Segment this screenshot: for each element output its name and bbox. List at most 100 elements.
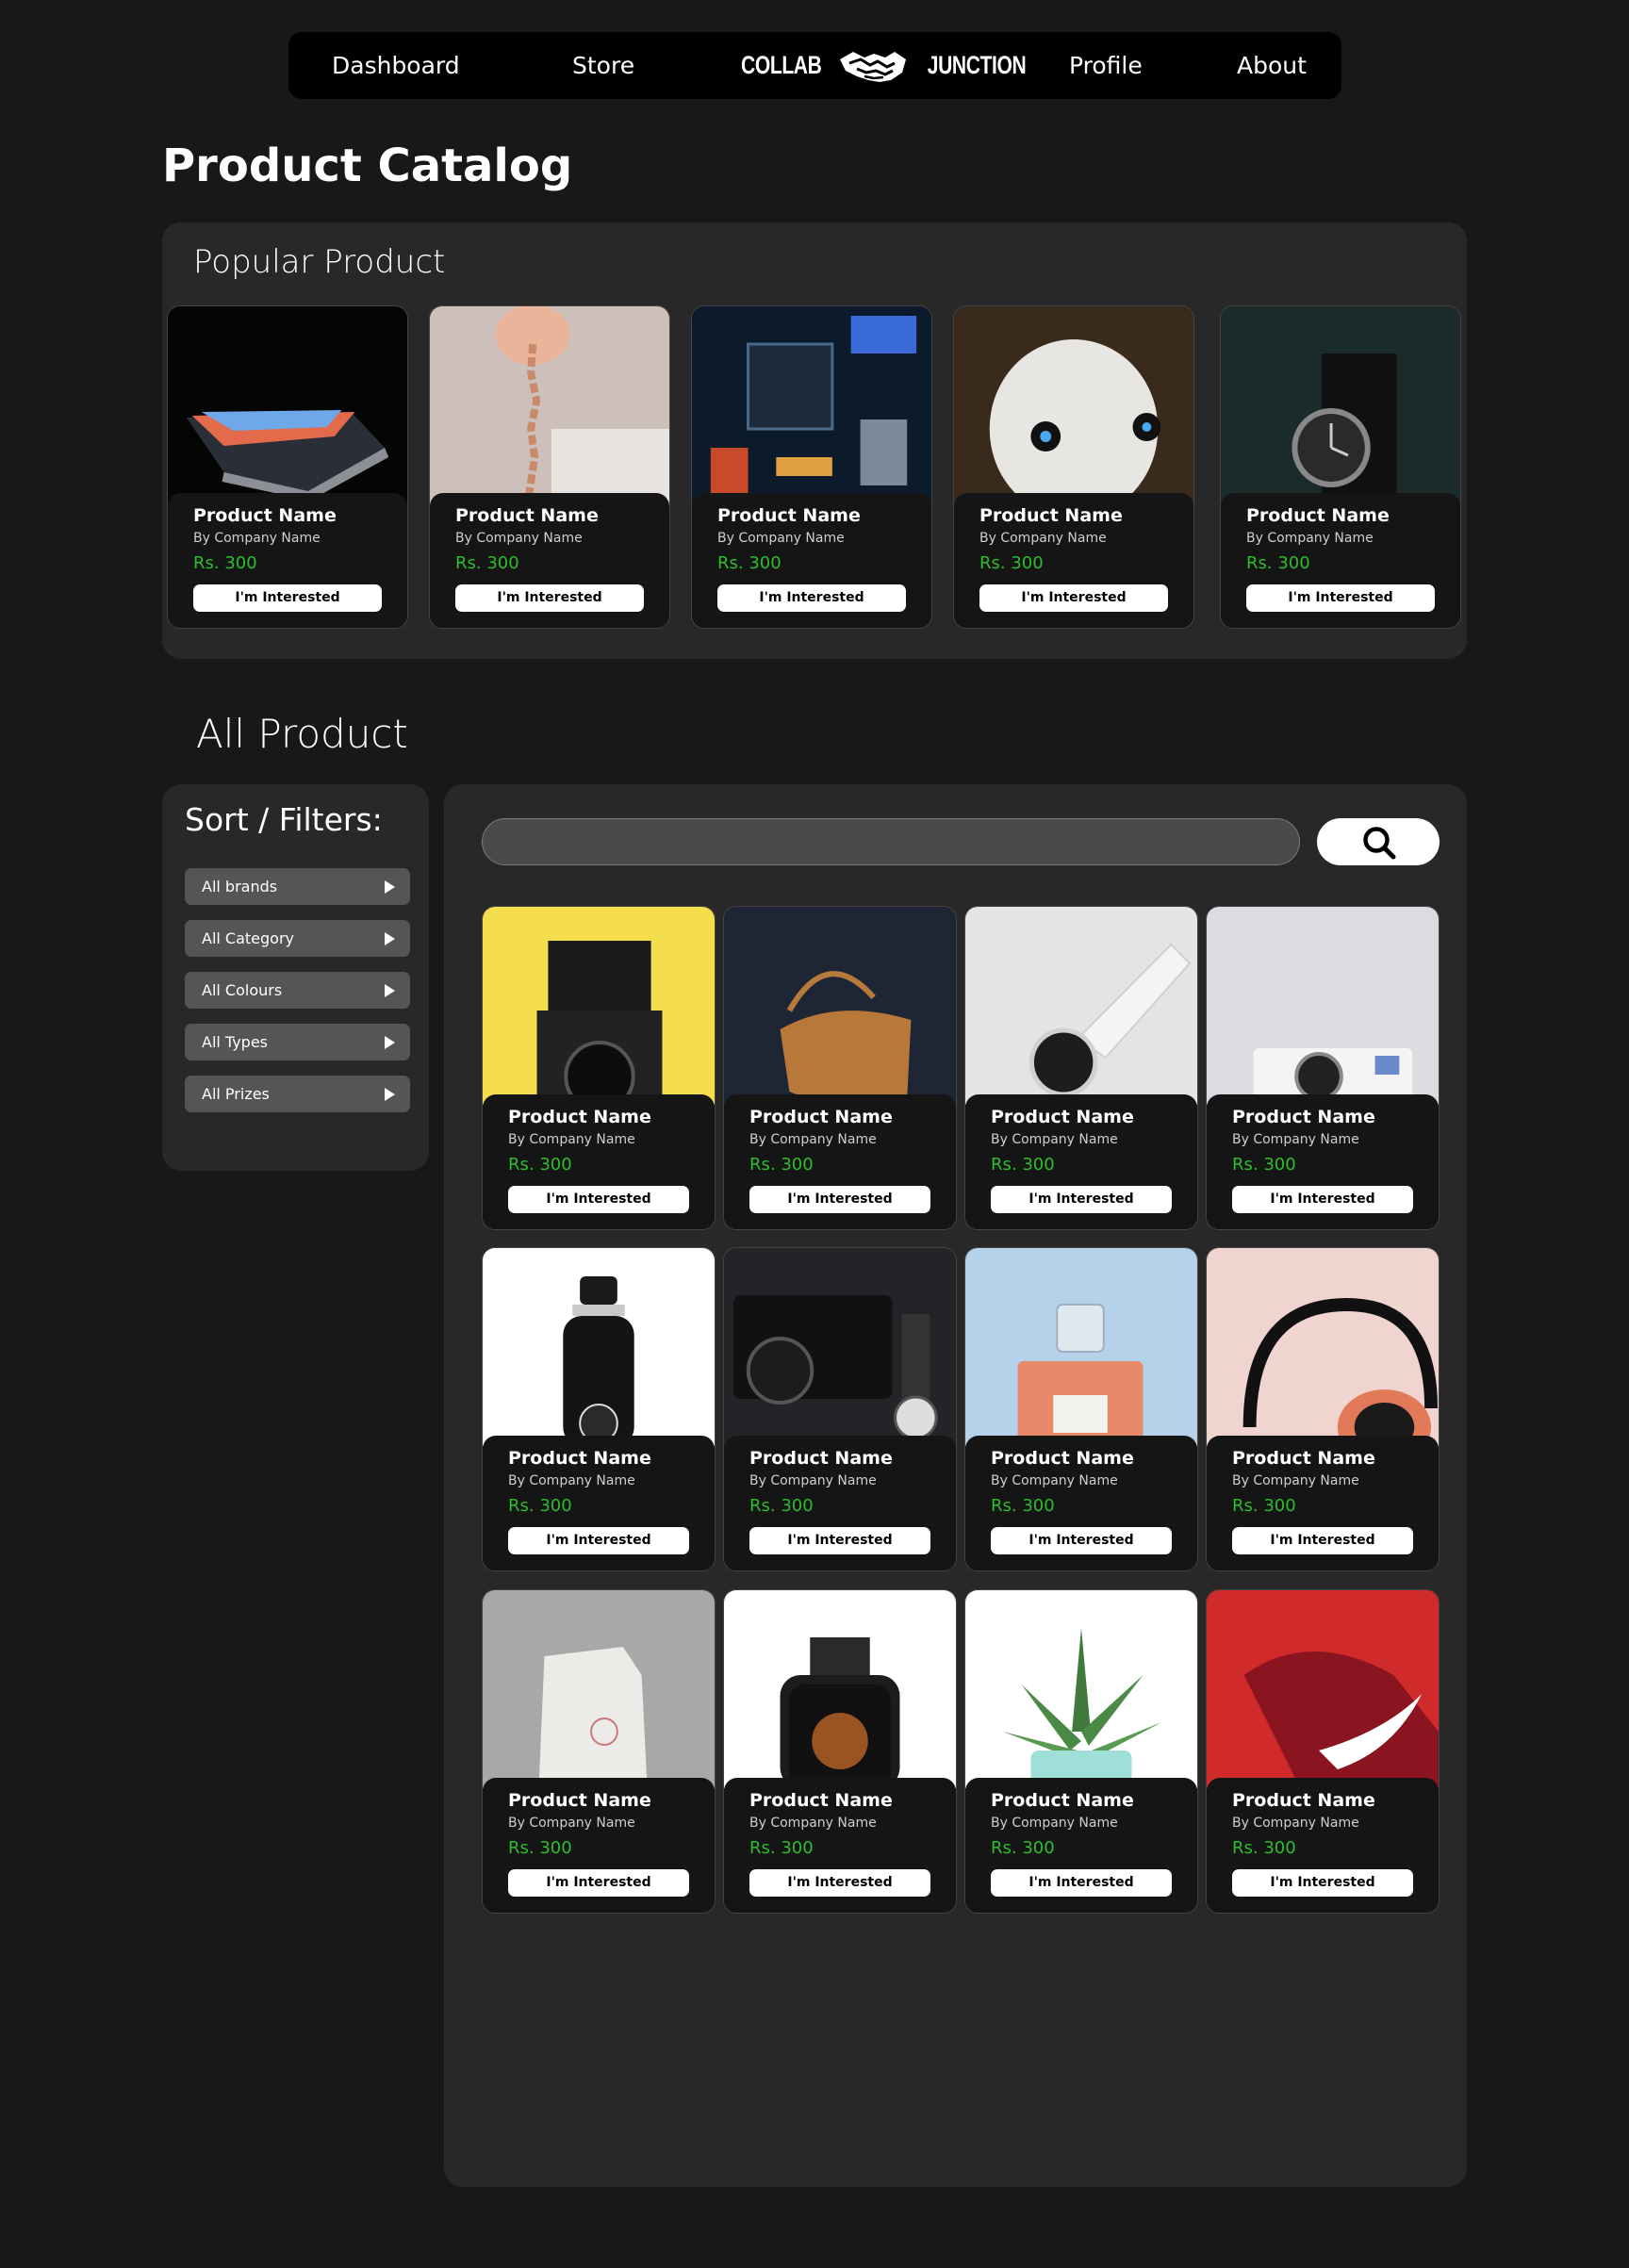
sort-filters-panel: Sort / Filters: All brands All Category … bbox=[162, 784, 429, 1171]
filter-prizes[interactable]: All Prizes bbox=[185, 1076, 410, 1112]
nav-profile[interactable]: Profile bbox=[1069, 32, 1143, 99]
interested-button[interactable]: I'm Interested bbox=[508, 1869, 689, 1897]
interested-button[interactable]: I'm Interested bbox=[1232, 1186, 1413, 1213]
interested-button[interactable]: I'm Interested bbox=[749, 1869, 930, 1897]
product-card[interactable]: Product Name By Company Name Rs. 300 I'm… bbox=[482, 1589, 716, 1914]
nav-about[interactable]: About bbox=[1237, 32, 1307, 99]
product-company: By Company Name bbox=[717, 531, 845, 546]
interested-button[interactable]: I'm Interested bbox=[991, 1186, 1172, 1213]
product-name: Product Name bbox=[991, 1448, 1134, 1469]
product-company: By Company Name bbox=[1232, 1473, 1359, 1488]
all-products-panel: Product Name By Company Name Rs. 300 I'm… bbox=[444, 784, 1467, 2187]
popular-product-card[interactable]: Product Name By Company Name Rs. 300 I'm… bbox=[953, 305, 1194, 629]
interested-button[interactable]: I'm Interested bbox=[717, 584, 906, 612]
popular-product-card[interactable]: Product Name By Company Name Rs. 300 I'm… bbox=[1220, 305, 1461, 629]
filter-category[interactable]: All Category bbox=[185, 920, 410, 957]
product-company: By Company Name bbox=[749, 1132, 877, 1147]
product-info: Product Name By Company Name Rs. 300 I'm… bbox=[483, 1778, 715, 1913]
product-company: By Company Name bbox=[991, 1816, 1118, 1831]
product-name: Product Name bbox=[455, 505, 599, 526]
interested-button[interactable]: I'm Interested bbox=[508, 1186, 689, 1213]
product-info: Product Name By Company Name Rs. 300 I'm… bbox=[724, 1436, 956, 1570]
popular-product-card[interactable]: Product Name By Company Name Rs. 300 I'm… bbox=[167, 305, 408, 629]
product-price: Rs. 300 bbox=[749, 1838, 814, 1858]
filter-label: All Prizes bbox=[202, 1085, 270, 1103]
interested-button[interactable]: I'm Interested bbox=[749, 1527, 930, 1554]
product-price: Rs. 300 bbox=[717, 553, 782, 573]
product-card[interactable]: Product Name By Company Name Rs. 300 I'm… bbox=[1206, 1247, 1440, 1571]
interested-button[interactable]: I'm Interested bbox=[991, 1527, 1172, 1554]
interested-button[interactable]: I'm Interested bbox=[1246, 584, 1435, 612]
product-info: Product Name By Company Name Rs. 300 I'm… bbox=[1207, 1436, 1439, 1570]
product-price: Rs. 300 bbox=[1232, 1838, 1296, 1858]
product-card[interactable]: Product Name By Company Name Rs. 300 I'm… bbox=[1206, 1589, 1440, 1914]
headphones-product-image bbox=[1207, 1248, 1439, 1446]
product-company: By Company Name bbox=[991, 1132, 1118, 1147]
product-card[interactable]: Product Name By Company Name Rs. 300 I'm… bbox=[964, 906, 1198, 1230]
search-button[interactable] bbox=[1317, 818, 1440, 865]
laptop-product-image bbox=[168, 306, 407, 514]
product-card[interactable]: Product Name By Company Name Rs. 300 I'm… bbox=[964, 1589, 1198, 1914]
product-card[interactable]: Product Name By Company Name Rs. 300 I'm… bbox=[723, 1247, 957, 1571]
arrow-right-icon bbox=[385, 1088, 395, 1101]
product-card[interactable]: Product Name By Company Name Rs. 300 I'm… bbox=[723, 906, 957, 1230]
logo-text-right: JUNCTION bbox=[928, 51, 1027, 79]
interested-button[interactable]: I'm Interested bbox=[1232, 1527, 1413, 1554]
chain-product-image bbox=[430, 306, 669, 514]
filter-colours[interactable]: All Colours bbox=[185, 972, 410, 1009]
interested-button[interactable]: I'm Interested bbox=[193, 584, 382, 612]
product-price: Rs. 300 bbox=[991, 1838, 1055, 1858]
handshake-icon bbox=[840, 51, 907, 82]
interested-button[interactable]: I'm Interested bbox=[508, 1527, 689, 1554]
search-input[interactable] bbox=[482, 818, 1300, 865]
arrow-right-icon bbox=[385, 984, 395, 997]
all-product-title: All Product bbox=[196, 711, 408, 757]
product-card[interactable]: Product Name By Company Name Rs. 300 I'm… bbox=[482, 906, 716, 1230]
popular-product-card[interactable]: Product Name By Company Name Rs. 300 I'm… bbox=[691, 305, 932, 629]
product-info: Product Name By Company Name Rs. 300 I'm… bbox=[965, 1436, 1197, 1570]
product-info: Product Name By Company Name Rs. 300 I'm… bbox=[954, 493, 1193, 628]
product-price: Rs. 300 bbox=[455, 553, 519, 573]
product-name: Product Name bbox=[749, 1107, 893, 1127]
filter-types[interactable]: All Types bbox=[185, 1024, 410, 1060]
product-info: Product Name By Company Name Rs. 300 I'm… bbox=[965, 1094, 1197, 1229]
product-info: Product Name By Company Name Rs. 300 I'm… bbox=[724, 1094, 956, 1229]
product-name: Product Name bbox=[508, 1448, 651, 1469]
product-card[interactable]: Product Name By Company Name Rs. 300 I'm… bbox=[1206, 906, 1440, 1230]
product-info: Product Name By Company Name Rs. 300 I'm… bbox=[483, 1436, 715, 1570]
product-card[interactable]: Product Name By Company Name Rs. 300 I'm… bbox=[723, 1589, 957, 1914]
filter-label: All brands bbox=[202, 878, 278, 896]
product-name: Product Name bbox=[193, 505, 337, 526]
arrow-right-icon bbox=[385, 880, 395, 894]
product-name: Product Name bbox=[1232, 1448, 1375, 1469]
interested-button[interactable]: I'm Interested bbox=[991, 1869, 1172, 1897]
product-card[interactable]: Product Name By Company Name Rs. 300 I'm… bbox=[964, 1247, 1198, 1571]
coffee-bag-product-image bbox=[483, 1590, 715, 1788]
popular-product-card[interactable]: Product Name By Company Name Rs. 300 I'm… bbox=[429, 305, 670, 629]
nav-store[interactable]: Store bbox=[572, 32, 634, 99]
search-icon bbox=[1363, 827, 1396, 860]
arrow-right-icon bbox=[385, 932, 395, 945]
interested-button[interactable]: I'm Interested bbox=[979, 584, 1168, 612]
robot-product-image bbox=[954, 306, 1193, 514]
collab-junction-logo[interactable]: COLLAB JUNCTION bbox=[730, 32, 1041, 99]
interested-button[interactable]: I'm Interested bbox=[455, 584, 644, 612]
product-name: Product Name bbox=[1232, 1790, 1375, 1811]
filter-brands[interactable]: All brands bbox=[185, 868, 410, 905]
product-company: By Company Name bbox=[1232, 1132, 1359, 1147]
product-info: Product Name By Company Name Rs. 300 I'm… bbox=[430, 493, 669, 628]
logo-text-left: COLLAB bbox=[741, 51, 822, 79]
interested-button[interactable]: I'm Interested bbox=[749, 1186, 930, 1213]
water-bottle-product-image bbox=[483, 1248, 715, 1446]
succulent-plant-product-image bbox=[965, 1590, 1197, 1788]
product-company: By Company Name bbox=[1232, 1816, 1359, 1831]
perfume-product-image bbox=[965, 1248, 1197, 1446]
product-company: By Company Name bbox=[508, 1132, 635, 1147]
nav-dashboard[interactable]: Dashboard bbox=[332, 32, 460, 99]
product-card[interactable]: Product Name By Company Name Rs. 300 I'm… bbox=[482, 1247, 716, 1571]
product-price: Rs. 300 bbox=[508, 1496, 572, 1516]
product-info: Product Name By Company Name Rs. 300 I'm… bbox=[168, 493, 407, 628]
product-price: Rs. 300 bbox=[1232, 1496, 1296, 1516]
interested-button[interactable]: I'm Interested bbox=[1232, 1869, 1413, 1897]
instant-camera-product-image bbox=[1207, 907, 1439, 1105]
